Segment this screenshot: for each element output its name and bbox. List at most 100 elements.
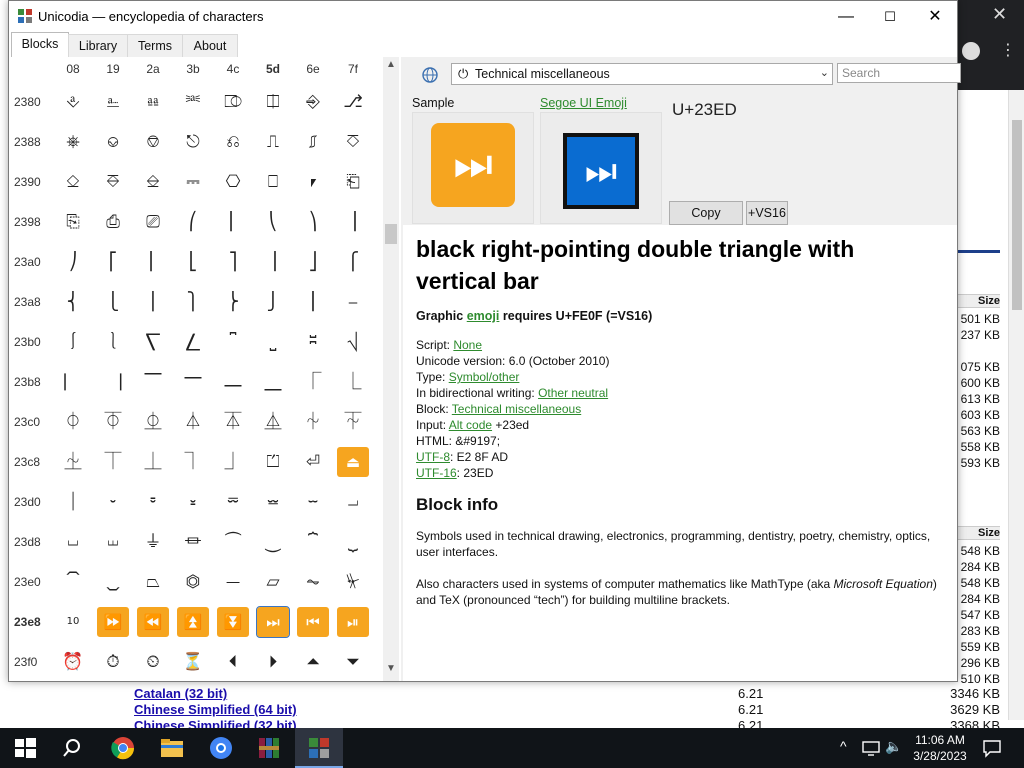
grid-scrollbar[interactable]: ▲ ▼ bbox=[383, 57, 399, 681]
copy-button[interactable]: Copy bbox=[669, 201, 743, 225]
char-cell[interactable]: ⏟ bbox=[335, 525, 371, 559]
globe-icon[interactable] bbox=[421, 66, 439, 84]
char-cell[interactable]: ⎞ bbox=[295, 205, 331, 239]
char-cell[interactable]: ⏧ bbox=[335, 565, 371, 599]
char-cell[interactable]: ⏭ bbox=[256, 606, 290, 638]
char-cell[interactable]: ⎫ bbox=[175, 285, 211, 319]
property-link[interactable]: UTF-16 bbox=[416, 466, 457, 480]
font-link[interactable]: Segoe UI Emoji bbox=[540, 96, 627, 110]
char-cell[interactable]: ⏤ bbox=[215, 565, 251, 599]
char-cell[interactable]: ⎺ bbox=[135, 365, 171, 399]
char-cell[interactable]: ⏠ bbox=[55, 565, 91, 599]
archive-app-icon[interactable] bbox=[257, 736, 281, 760]
char-cell[interactable]: ⏁ bbox=[95, 405, 131, 439]
tab-terms[interactable]: Terms bbox=[127, 34, 183, 57]
char-cell[interactable]: ⎪ bbox=[135, 285, 171, 319]
char-cell[interactable]: ⎵ bbox=[255, 325, 291, 359]
char-cell[interactable]: ⎣ bbox=[175, 245, 211, 279]
char-cell[interactable]: ⎒ bbox=[135, 165, 171, 199]
char-cell[interactable]: ⎓ bbox=[175, 165, 211, 199]
browser-scrollbar[interactable] bbox=[1008, 90, 1024, 720]
char-cell[interactable]: 10 bbox=[55, 605, 91, 639]
char-cell[interactable]: ⏮ bbox=[297, 607, 329, 637]
char-cell[interactable]: ⎢ bbox=[135, 245, 171, 279]
unicodia-taskbar-button[interactable] bbox=[295, 728, 343, 768]
char-cell[interactable]: ⎜ bbox=[215, 205, 251, 239]
char-cell[interactable]: ⏌ bbox=[215, 445, 251, 479]
char-cell[interactable]: ⏬ bbox=[217, 607, 249, 637]
char-cell[interactable]: ⎚ bbox=[135, 205, 171, 239]
char-cell[interactable]: ⎛ bbox=[175, 205, 211, 239]
char-cell[interactable]: ⏚ bbox=[135, 525, 171, 559]
char-cell[interactable]: ⏈ bbox=[55, 445, 91, 479]
char-cell[interactable]: ⏜ bbox=[215, 525, 251, 559]
scroll-up-icon[interactable]: ▲ bbox=[383, 59, 399, 70]
property-link[interactable]: Technical miscellaneous bbox=[452, 402, 581, 416]
char-cell[interactable]: ⎮ bbox=[295, 285, 331, 319]
char-cell[interactable]: ⎙ bbox=[95, 205, 131, 239]
char-cell[interactable]: ⎘ bbox=[55, 205, 91, 239]
char-cell[interactable]: ⎽ bbox=[255, 365, 291, 399]
char-cell[interactable]: ⏒ bbox=[135, 485, 171, 519]
property-link[interactable]: Alt code bbox=[449, 418, 492, 432]
char-cell[interactable]: ⏱ bbox=[95, 645, 131, 679]
char-cell[interactable]: ⏣ bbox=[175, 565, 211, 599]
char-cell[interactable]: ⏛ bbox=[175, 525, 211, 559]
char-cell[interactable]: ⏯ bbox=[337, 607, 369, 637]
char-cell[interactable]: ⎭ bbox=[255, 285, 291, 319]
char-cell[interactable]: ⏴ bbox=[215, 645, 251, 679]
char-cell[interactable]: ⎑ bbox=[95, 165, 131, 199]
chrome-remote-icon[interactable] bbox=[209, 736, 233, 760]
char-cell[interactable]: ⏖ bbox=[295, 485, 331, 519]
char-cell[interactable]: ⎱ bbox=[95, 325, 131, 359]
char-cell[interactable]: ⎩ bbox=[95, 285, 131, 319]
browser-menu-icon[interactable]: ⋮ bbox=[1000, 40, 1016, 60]
char-cell[interactable]: ⎃ bbox=[175, 85, 211, 119]
minimize-button[interactable]: — bbox=[823, 1, 869, 32]
char-cell[interactable]: ⎷ bbox=[335, 325, 371, 359]
char-cell[interactable]: ⏕ bbox=[255, 485, 291, 519]
char-cell[interactable]: ⏦ bbox=[295, 565, 331, 599]
char-cell[interactable]: ⏩ bbox=[97, 607, 129, 637]
char-cell[interactable]: ⎇ bbox=[335, 85, 371, 119]
char-cell[interactable]: ⎯ bbox=[335, 285, 371, 319]
char-cell[interactable]: ⎍ bbox=[255, 125, 291, 159]
char-cell[interactable]: ⏊ bbox=[135, 445, 171, 479]
browser-close-button[interactable]: ✕ bbox=[992, 4, 1007, 25]
char-cell[interactable]: ⎲ bbox=[135, 325, 171, 359]
char-cell[interactable]: ⏎ bbox=[295, 445, 331, 479]
property-link[interactable]: Symbol/other bbox=[449, 370, 520, 384]
tab-library[interactable]: Library bbox=[68, 34, 128, 57]
char-cell[interactable]: ⎤ bbox=[215, 245, 251, 279]
char-cell[interactable]: ⏏ bbox=[337, 447, 369, 477]
char-cell[interactable]: ⎔ bbox=[215, 165, 251, 199]
char-cell[interactable]: ⏓ bbox=[175, 485, 211, 519]
char-cell[interactable]: ⎖ bbox=[295, 165, 331, 199]
char-cell[interactable]: ⏗ bbox=[335, 485, 371, 519]
clock[interactable]: 11:06 AM 3/28/2023 bbox=[900, 732, 980, 764]
char-cell[interactable]: ⏀ bbox=[55, 405, 91, 439]
char-cell[interactable]: ⏙ bbox=[95, 525, 131, 559]
char-cell[interactable]: ⏵ bbox=[255, 645, 291, 679]
property-link[interactable]: None bbox=[453, 338, 482, 352]
download-link[interactable]: Chinese Simplified (64 bit) bbox=[134, 702, 297, 718]
char-cell[interactable]: ⎳ bbox=[175, 325, 211, 359]
property-link[interactable]: UTF-8 bbox=[416, 450, 450, 464]
char-cell[interactable]: ⎏ bbox=[335, 125, 371, 159]
char-cell[interactable]: ⎈ bbox=[55, 125, 91, 159]
chrome-icon[interactable] bbox=[111, 736, 135, 760]
char-cell[interactable]: ⏇ bbox=[335, 405, 371, 439]
emoji-link[interactable]: emoji bbox=[467, 309, 500, 323]
char-cell[interactable]: ⎟ bbox=[335, 205, 371, 239]
char-cell[interactable]: ⎊ bbox=[135, 125, 171, 159]
char-cell[interactable]: ⏷ bbox=[335, 645, 371, 679]
vs16-button[interactable]: +VS16 bbox=[746, 201, 788, 225]
char-cell[interactable]: ⎉ bbox=[95, 125, 131, 159]
char-cell[interactable]: ⏞ bbox=[295, 525, 331, 559]
char-cell[interactable]: ⎨ bbox=[55, 285, 91, 319]
download-link[interactable]: Catalan (32 bit) bbox=[134, 686, 227, 702]
profile-avatar-icon[interactable] bbox=[962, 42, 980, 60]
char-cell[interactable]: ⏫ bbox=[177, 607, 209, 637]
start-icon[interactable] bbox=[13, 736, 37, 760]
char-cell[interactable]: ⎌ bbox=[215, 125, 251, 159]
